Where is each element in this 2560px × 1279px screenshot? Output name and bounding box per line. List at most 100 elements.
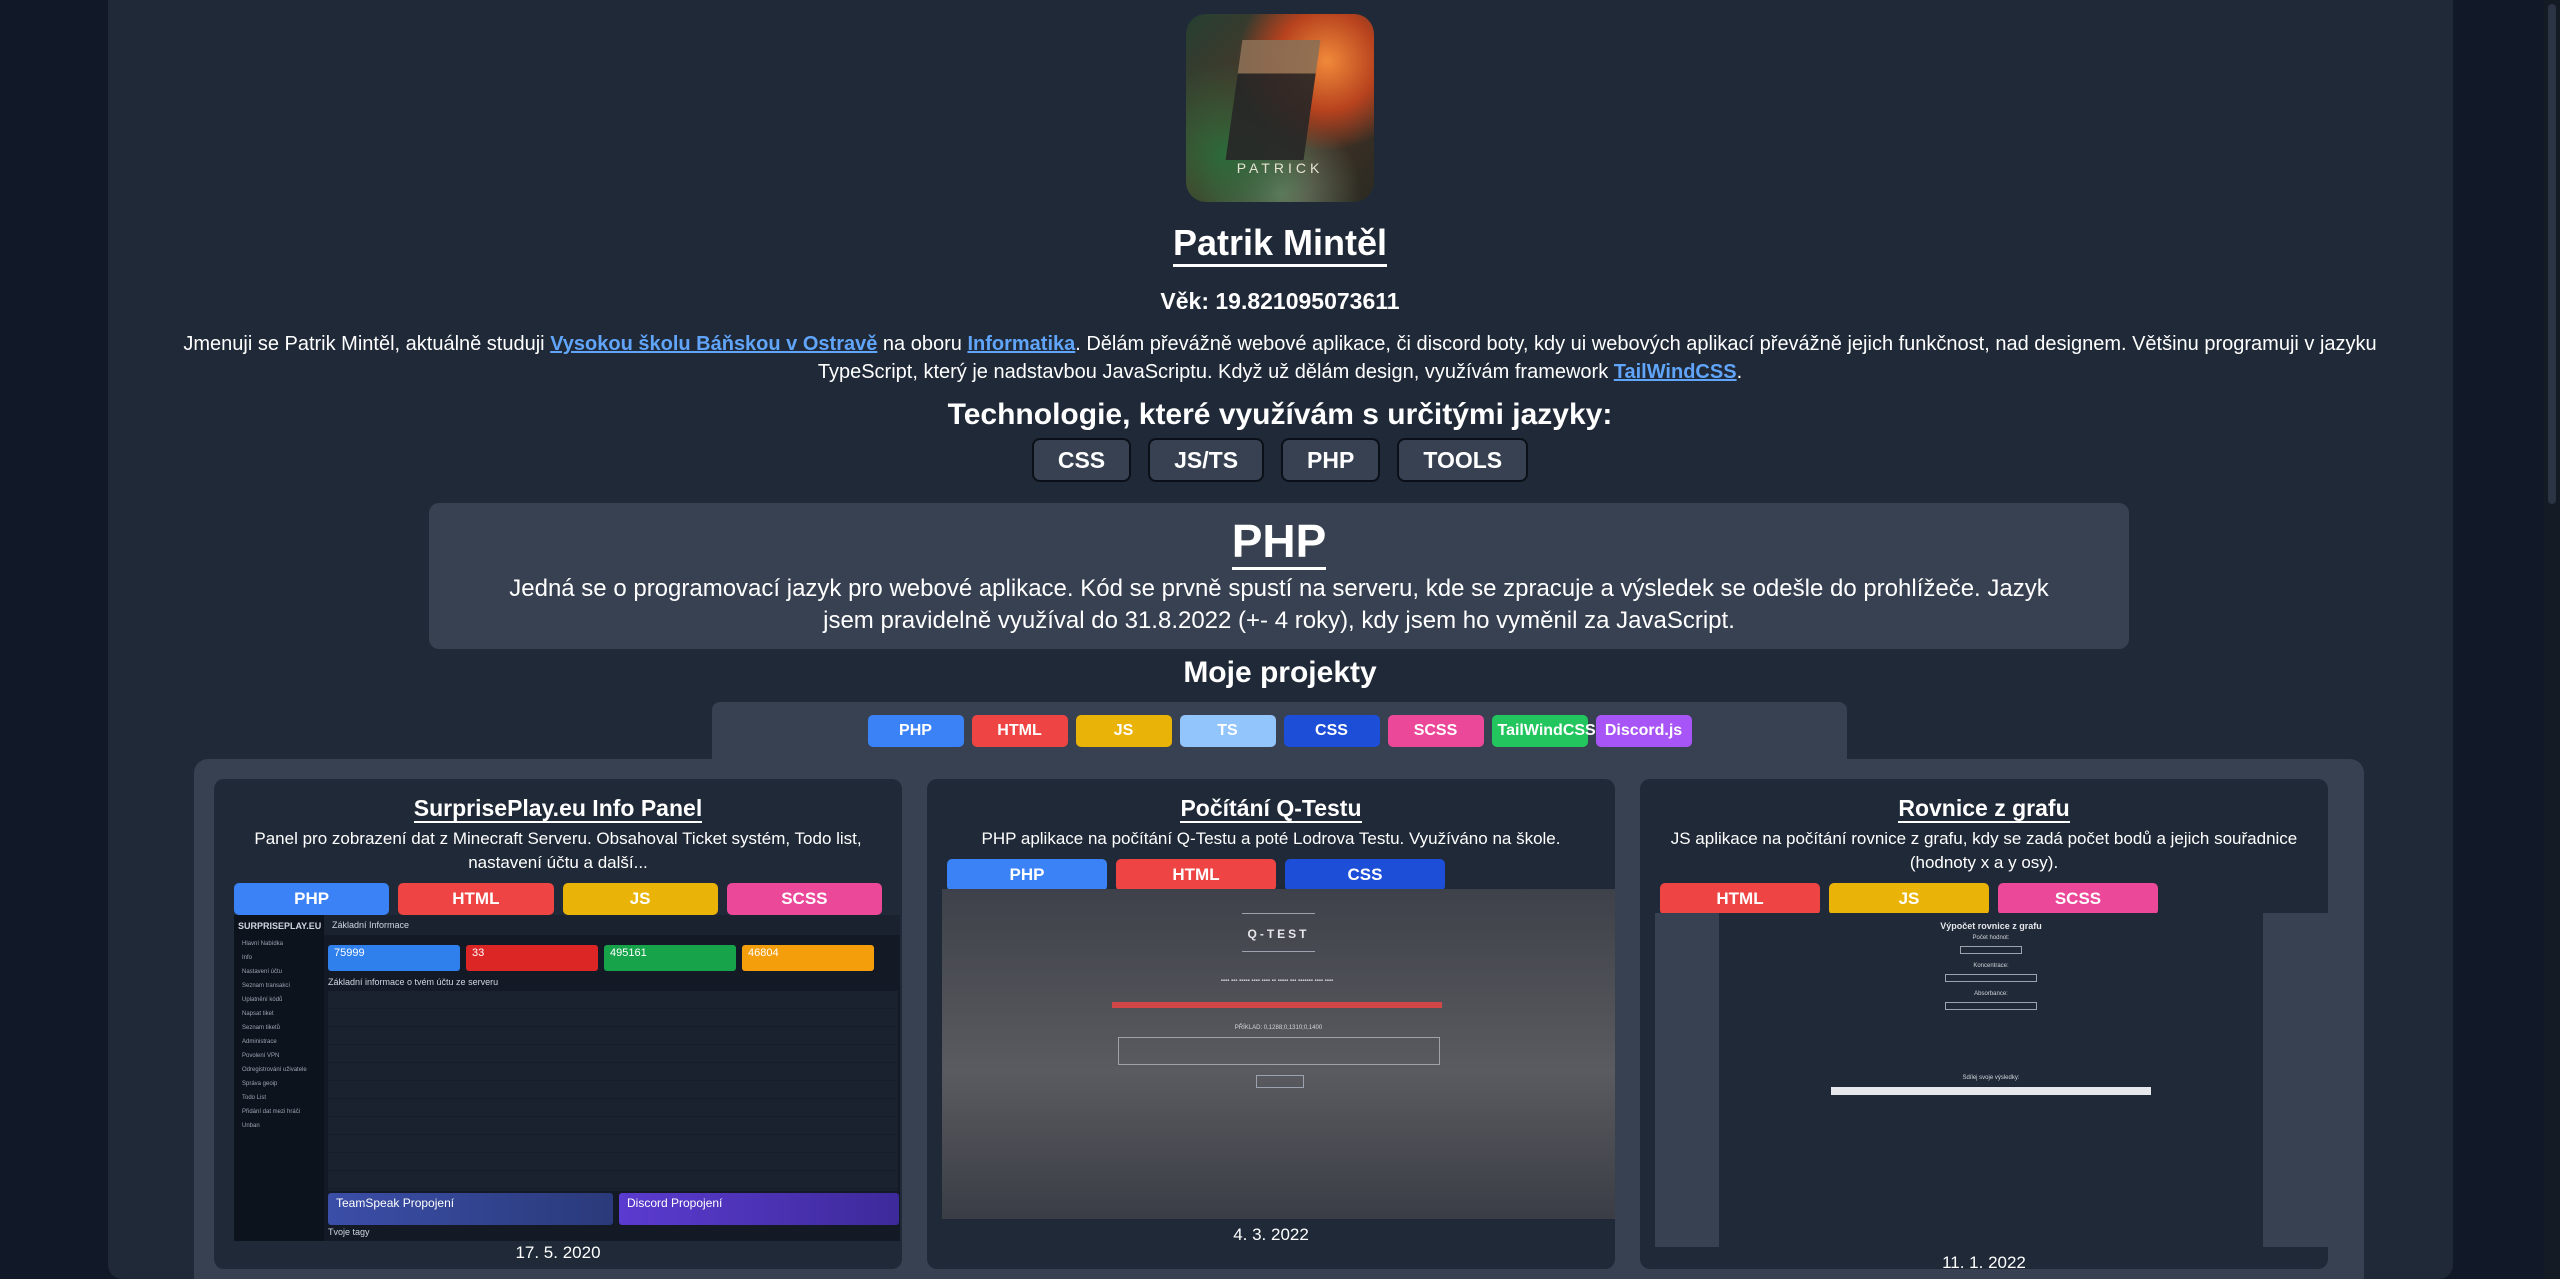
- screenshot-menu-item: Administrace: [242, 1039, 277, 1045]
- technology-buttons: CSS JS/TS PHP TOOLS: [0, 438, 2560, 482]
- tag-php[interactable]: PHP: [234, 883, 390, 915]
- screenshot-menu-item: Odregistrování uživatele: [242, 1067, 307, 1073]
- project-card[interactable]: Počítání Q-Testu PHP aplikace na počítán…: [927, 779, 1615, 1269]
- tailwindcss-link[interactable]: TailWindCSS: [1614, 361, 1737, 383]
- stat-card: 495161: [604, 945, 736, 971]
- project-tags: HTML JS SCSS: [1660, 883, 2308, 915]
- project-filter-bar: PHP HTML JS TS CSS SCSS TailWindCSS Disc…: [712, 702, 1847, 760]
- technology-detail-description: Jedná se o programovací jazyk pro webové…: [509, 575, 2049, 634]
- stat-card: 46804: [742, 945, 874, 971]
- screenshot-share-link: [1831, 1087, 2151, 1095]
- technology-detail-title: PHP: [429, 515, 2129, 570]
- project-title-text: Rovnice z grafu: [1898, 795, 2070, 823]
- screenshot-stats: 75999 33 495161 46804: [328, 945, 874, 971]
- bio-text: .: [1736, 361, 1743, 383]
- screenshot-field: [1945, 1002, 2037, 1010]
- avatar-figure: [1225, 40, 1321, 160]
- tag-scss[interactable]: SCSS: [726, 883, 882, 915]
- tag-js[interactable]: JS: [562, 883, 718, 915]
- project-description: JS aplikace na počítání rovnice z grafu,…: [1670, 829, 2298, 872]
- project-title: Počítání Q-Testu: [927, 793, 1615, 823]
- project-date: 4. 3. 2022: [1233, 1225, 1309, 1244]
- tag-js[interactable]: JS: [1829, 883, 1989, 915]
- profile-name: Patrik Mintěl: [0, 222, 2560, 267]
- project-title-text: Počítání Q-Testu: [1180, 795, 1362, 823]
- bio-text: na oboru: [877, 333, 968, 355]
- filter-js[interactable]: JS: [1075, 715, 1172, 747]
- tech-jsts-button[interactable]: JS/TS: [1148, 438, 1265, 482]
- screenshot-title: Q-TEST: [1247, 927, 1310, 941]
- project-description: PHP aplikace na počítání Q-Testu a poté …: [981, 829, 1561, 848]
- screenshot-menu-item: Hlavní Nabídka: [242, 941, 284, 947]
- screenshot-menu-item: Info: [242, 955, 253, 961]
- university-link[interactable]: Vysokou školu Báňskou v Ostravě: [550, 333, 877, 355]
- project-screenshot[interactable]: Výpočet rovnice z grafu Počet hodnot: Ko…: [1655, 913, 2328, 1247]
- screenshot-field: [1960, 946, 2022, 954]
- screenshot-menu-item: Todo List: [242, 1095, 267, 1101]
- screenshot-sidebar: SURPRISEPLAY.EU Hlavní Nabídka Info Nast…: [234, 915, 324, 1241]
- avatar: PATRICK: [1186, 14, 1374, 202]
- filter-css[interactable]: CSS: [1283, 715, 1380, 747]
- screenshot-discord: Discord Propojení: [619, 1193, 899, 1225]
- screenshot-tags-label: Tvoje tagy: [328, 1227, 370, 1237]
- profile-bio: Jmenuji se Patrik Mintěl, aktuálně studu…: [140, 330, 2420, 386]
- tag-scss[interactable]: SCSS: [1998, 883, 2158, 915]
- screenshot-input: [1118, 1037, 1440, 1065]
- screenshot-teamspeak: TeamSpeak Propojení: [328, 1193, 613, 1225]
- screenshot-field: [1945, 974, 2037, 982]
- screenshot-divider: [1242, 913, 1315, 914]
- tech-php-button[interactable]: PHP: [1281, 438, 1381, 482]
- stat-card: 75999: [328, 945, 460, 971]
- screenshot-table: [328, 991, 898, 1191]
- tech-css-button[interactable]: CSS: [1031, 438, 1132, 482]
- project-screenshot[interactable]: SURPRISEPLAY.EU Hlavní Nabídka Info Nast…: [234, 915, 900, 1241]
- filter-ts[interactable]: TS: [1179, 715, 1276, 747]
- screenshot-content: Výpočet rovnice z grafu Počet hodnot: Ko…: [1719, 913, 2263, 1247]
- project-title-text: SurprisePlay.eu Info Panel: [413, 795, 703, 823]
- projects-title: Moje projekty: [1183, 656, 1377, 689]
- screenshot-menu-item: Unban: [242, 1123, 260, 1129]
- tag-css[interactable]: CSS: [1285, 859, 1445, 891]
- bio-text: Jmenuji se Patrik Mintěl, aktuálně studu…: [183, 333, 551, 355]
- screenshot-menu-item: Seznam transakcí: [242, 983, 291, 989]
- screenshot-submit: [1256, 1075, 1304, 1088]
- tech-tools-button[interactable]: TOOLS: [1397, 438, 1529, 482]
- tag-php[interactable]: PHP: [947, 859, 1107, 891]
- screenshot-label: Počet hodnot:: [1972, 935, 2010, 941]
- screenshot-warning: [1112, 1002, 1442, 1008]
- screenshot-title: Výpočet rovnice z grafu: [1940, 921, 2042, 931]
- informatika-link[interactable]: Informatika: [967, 333, 1075, 355]
- screenshot-menu-item: Seznam tiketů: [242, 1025, 281, 1031]
- filter-discordjs[interactable]: Discord.js: [1595, 715, 1692, 747]
- screenshot-menu-item: Povolení VPN: [242, 1053, 280, 1059]
- filter-tailwindcss[interactable]: TailWindCSS: [1491, 715, 1596, 747]
- project-tags: PHP HTML JS SCSS: [234, 883, 882, 915]
- profile-age: Věk: 19.821095073611: [1160, 288, 1400, 314]
- screenshot-menu-item: Přidání dat mezi hráči: [242, 1109, 301, 1115]
- tag-html[interactable]: HTML: [1116, 859, 1276, 891]
- profile-name-text: Patrik Mintěl: [1172, 222, 1388, 267]
- screenshot-label: Koncentrace:: [1973, 963, 2009, 969]
- screenshot-brand: SURPRISEPLAY.EU: [238, 921, 322, 931]
- tag-html[interactable]: HTML: [1660, 883, 1820, 915]
- tag-html[interactable]: HTML: [398, 883, 554, 915]
- filter-scss[interactable]: SCSS: [1387, 715, 1484, 747]
- screenshot-instructions: ▪▪▪▪ ▪▪▪ ▪▪▪▪▪ ▪▪▪▪ ▪▪▪▪ ▪▪ ▪▪▪▪▪ ▪▪▪ ▪▪…: [1220, 978, 1334, 984]
- screenshot-menu-item: Uplatnění kódů: [242, 997, 283, 1003]
- scrollbar[interactable]: [2544, 0, 2560, 1279]
- screenshot-example: PŘÍKLAD: 0,1288;0,1310;0,1400: [1234, 1025, 1323, 1031]
- project-card[interactable]: SurprisePlay.eu Info Panel Panel pro zob…: [214, 779, 902, 1269]
- technology-detail-title-text: PHP: [1231, 515, 1327, 570]
- screenshot-info-title: Základní informace o tvém účtu ze server…: [328, 977, 499, 987]
- screenshot-divider: [1242, 951, 1315, 952]
- filter-html[interactable]: HTML: [971, 715, 1068, 747]
- project-screenshot[interactable]: Q-TEST ▪▪▪▪ ▪▪▪ ▪▪▪▪▪ ▪▪▪▪ ▪▪▪▪ ▪▪ ▪▪▪▪▪…: [942, 889, 1615, 1219]
- avatar-caption: PATRICK: [1236, 160, 1324, 176]
- project-description: Panel pro zobrazení dat z Minecraft Serv…: [254, 829, 862, 872]
- filter-php[interactable]: PHP: [867, 715, 964, 747]
- project-date: 17. 5. 2020: [515, 1243, 601, 1262]
- screenshot-menu-item: Nastavení účtu: [242, 969, 283, 975]
- project-card[interactable]: Rovnice z grafu JS aplikace na počítání …: [1640, 779, 2328, 1269]
- stat-card: 33: [466, 945, 598, 971]
- screenshot-label: Sdílej svoje výsledky:: [1962, 1075, 2020, 1081]
